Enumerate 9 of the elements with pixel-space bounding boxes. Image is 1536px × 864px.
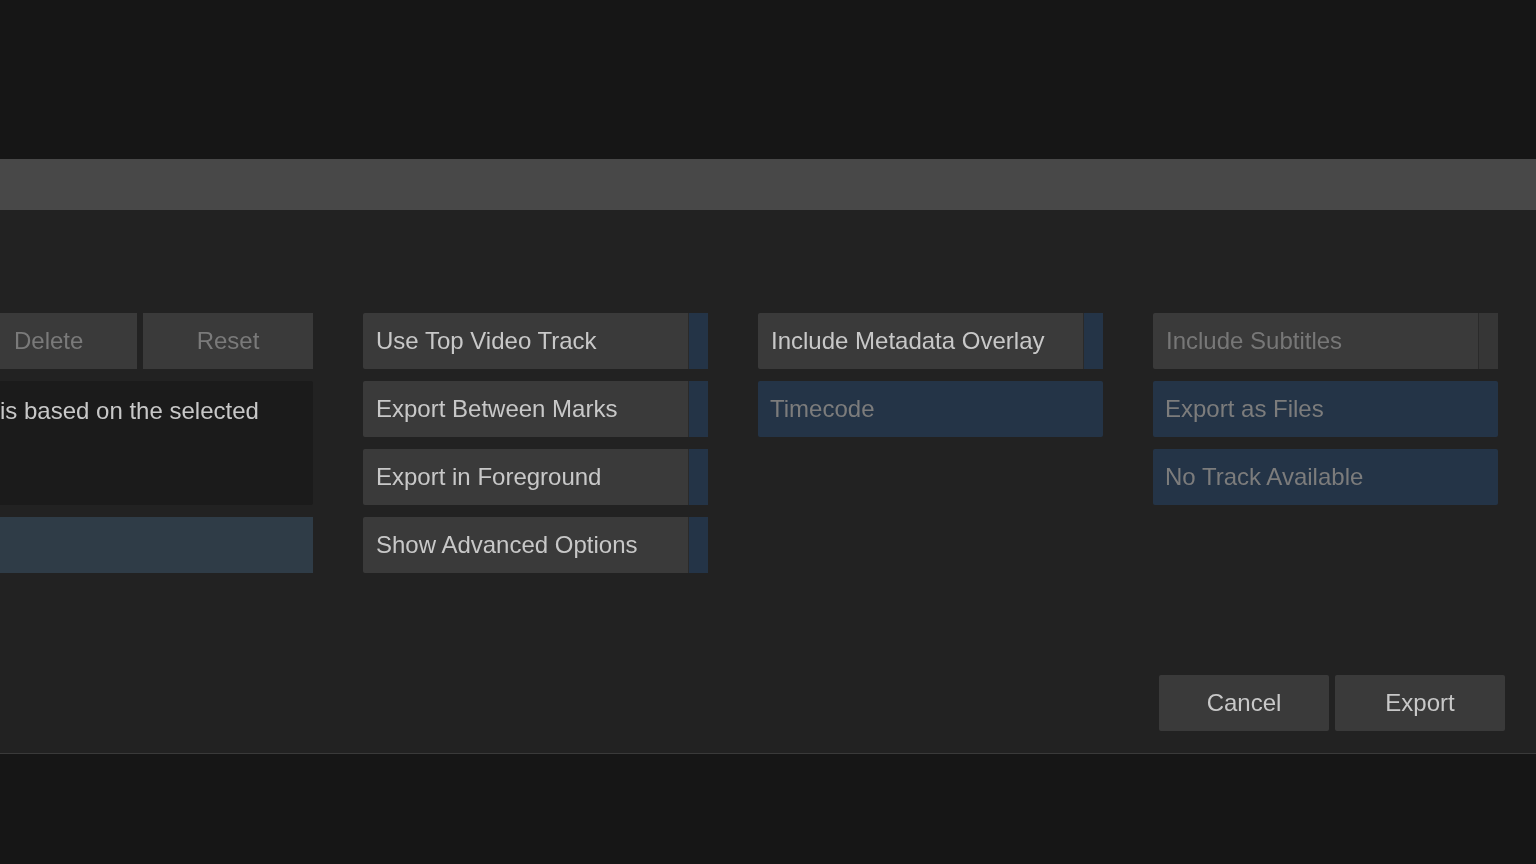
option-toggle[interactable]: Export in Foreground [363,449,708,505]
option-toggle[interactable]: Include Metadata Overlay [758,313,1103,369]
description-text: is based on the selected [0,381,313,505]
preset-selector[interactable] [0,517,313,573]
export-button[interactable]: Export [1335,675,1505,731]
option-toggle[interactable]: Show Advanced Options [363,517,708,573]
cancel-button[interactable]: Cancel [1159,675,1329,731]
option-toggle[interactable]: Use Top Video Track [363,313,708,369]
option-toggle[interactable]: Export Between Marks [363,381,708,437]
